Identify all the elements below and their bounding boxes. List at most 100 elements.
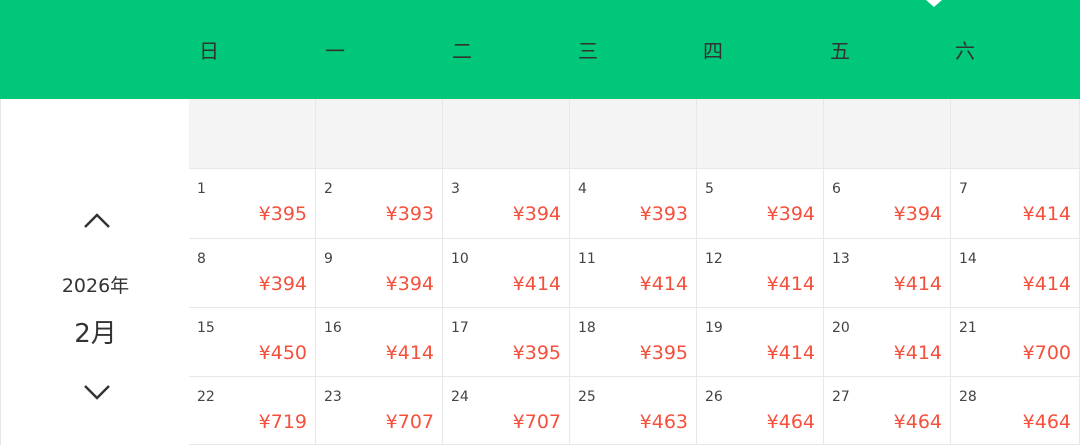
day-number: 16 bbox=[324, 320, 342, 336]
calendar-day-cell[interactable]: 21 ¥700 bbox=[951, 308, 1080, 377]
day-number: 2 bbox=[324, 181, 333, 197]
empty-day-cell bbox=[189, 99, 316, 169]
day-number: 18 bbox=[578, 320, 596, 336]
day-number: 21 bbox=[959, 320, 977, 336]
day-number: 1 bbox=[197, 181, 206, 197]
calendar-day-cell[interactable]: 24 ¥707 bbox=[443, 377, 570, 445]
day-price: ¥394 bbox=[512, 203, 561, 225]
calendar-day-cell[interactable]: 14 ¥414 bbox=[951, 239, 1080, 308]
day-price: ¥414 bbox=[1022, 273, 1071, 295]
day-number: 20 bbox=[832, 320, 850, 336]
day-number: 4 bbox=[578, 181, 587, 197]
day-price: ¥394 bbox=[766, 203, 815, 225]
day-price: ¥707 bbox=[512, 411, 561, 433]
month-label: 2月 bbox=[74, 319, 117, 349]
calendar-day-cell[interactable]: 20 ¥414 bbox=[824, 308, 951, 377]
day-number: 10 bbox=[451, 251, 469, 267]
calendar-day-cell[interactable]: 19 ¥414 bbox=[697, 308, 824, 377]
calendar-day-cell[interactable]: 4 ¥393 bbox=[570, 169, 697, 239]
day-price: ¥393 bbox=[385, 203, 434, 225]
calendar-day-cell[interactable]: 1 ¥395 bbox=[189, 169, 316, 239]
day-price: ¥450 bbox=[258, 342, 307, 364]
weekday-label: 日 bbox=[199, 39, 219, 63]
empty-day-cell bbox=[697, 99, 824, 169]
calendar-day-cell[interactable]: 15 ¥450 bbox=[189, 308, 316, 377]
day-number: 9 bbox=[324, 251, 333, 267]
day-price: ¥395 bbox=[639, 342, 688, 364]
empty-day-cell bbox=[951, 99, 1080, 169]
calendar-day-cell[interactable]: 12 ¥414 bbox=[697, 239, 824, 308]
empty-day-cell bbox=[443, 99, 570, 169]
day-price: ¥394 bbox=[385, 273, 434, 295]
previous-month-chevron-up-icon[interactable] bbox=[83, 211, 110, 235]
day-number: 3 bbox=[451, 181, 460, 197]
day-number: 13 bbox=[832, 251, 850, 267]
next-month-chevron-down-icon[interactable] bbox=[83, 383, 110, 407]
day-number: 22 bbox=[197, 389, 215, 405]
day-number: 15 bbox=[197, 320, 215, 336]
day-price: ¥414 bbox=[385, 342, 434, 364]
day-price: ¥414 bbox=[893, 342, 942, 364]
day-number: 19 bbox=[705, 320, 723, 336]
day-price: ¥464 bbox=[893, 411, 942, 433]
calendar-day-cell[interactable]: 23 ¥707 bbox=[316, 377, 443, 445]
day-price: ¥464 bbox=[766, 411, 815, 433]
calendar-day-cell[interactable]: 28 ¥464 bbox=[951, 377, 1080, 445]
calendar-day-cell[interactable]: 16 ¥414 bbox=[316, 308, 443, 377]
day-number: 26 bbox=[705, 389, 723, 405]
day-price: ¥414 bbox=[893, 273, 942, 295]
calendar-day-cell[interactable]: 5 ¥394 bbox=[697, 169, 824, 239]
calendar-day-cell[interactable]: 8 ¥394 bbox=[189, 239, 316, 308]
calendar-day-cell[interactable]: 9 ¥394 bbox=[316, 239, 443, 308]
day-price: ¥414 bbox=[639, 273, 688, 295]
calendar-day-cell[interactable]: 10 ¥414 bbox=[443, 239, 570, 308]
day-number: 17 bbox=[451, 320, 469, 336]
weekday-label: 一 bbox=[325, 39, 345, 63]
day-price: ¥414 bbox=[1022, 203, 1071, 225]
weekday-label: 三 bbox=[578, 39, 598, 63]
weekday-label: 五 bbox=[830, 39, 850, 63]
calendar-day-cell[interactable]: 22 ¥719 bbox=[189, 377, 316, 445]
calendar-day-cell[interactable]: 3 ¥394 bbox=[443, 169, 570, 239]
day-number: 5 bbox=[705, 181, 714, 197]
empty-day-cell bbox=[824, 99, 951, 169]
calendar-day-cell[interactable]: 13 ¥414 bbox=[824, 239, 951, 308]
day-number: 14 bbox=[959, 251, 977, 267]
weekday-label: 六 bbox=[955, 39, 975, 63]
day-price: ¥395 bbox=[258, 203, 307, 225]
weekday-label: 四 bbox=[703, 39, 723, 63]
day-price: ¥395 bbox=[512, 342, 561, 364]
calendar-day-cell[interactable]: 6 ¥394 bbox=[824, 169, 951, 239]
day-number: 23 bbox=[324, 389, 342, 405]
day-number: 27 bbox=[832, 389, 850, 405]
day-number: 7 bbox=[959, 181, 968, 197]
day-number: 12 bbox=[705, 251, 723, 267]
day-price: ¥700 bbox=[1022, 342, 1071, 364]
day-price: ¥463 bbox=[639, 411, 688, 433]
calendar-day-cell[interactable]: 7 ¥414 bbox=[951, 169, 1080, 239]
day-price: ¥719 bbox=[258, 411, 307, 433]
calendar-day-cell[interactable]: 18 ¥395 bbox=[570, 308, 697, 377]
empty-day-cell bbox=[570, 99, 697, 169]
day-price: ¥414 bbox=[512, 273, 561, 295]
calendar-day-cell[interactable]: 2 ¥393 bbox=[316, 169, 443, 239]
day-price: ¥414 bbox=[766, 342, 815, 364]
empty-day-cell bbox=[316, 99, 443, 169]
day-number: 28 bbox=[959, 389, 977, 405]
day-number: 8 bbox=[197, 251, 206, 267]
calendar-day-cell[interactable]: 27 ¥464 bbox=[824, 377, 951, 445]
calendar-day-cell[interactable]: 26 ¥464 bbox=[697, 377, 824, 445]
day-price: ¥414 bbox=[766, 273, 815, 295]
year-label: 2026年 bbox=[61, 275, 130, 297]
weekday-label: 二 bbox=[452, 39, 472, 63]
day-price: ¥707 bbox=[385, 411, 434, 433]
day-number: 11 bbox=[578, 251, 596, 267]
day-price: ¥394 bbox=[893, 203, 942, 225]
calendar-day-cell[interactable]: 25 ¥463 bbox=[570, 377, 697, 445]
header-notch bbox=[926, 0, 942, 7]
calendar-day-cell[interactable]: 11 ¥414 bbox=[570, 239, 697, 308]
day-price: ¥464 bbox=[1022, 411, 1071, 433]
calendar-day-cell[interactable]: 17 ¥395 bbox=[443, 308, 570, 377]
month-navigator: 2026年 2月 bbox=[0, 99, 189, 445]
day-price: ¥394 bbox=[258, 273, 307, 295]
